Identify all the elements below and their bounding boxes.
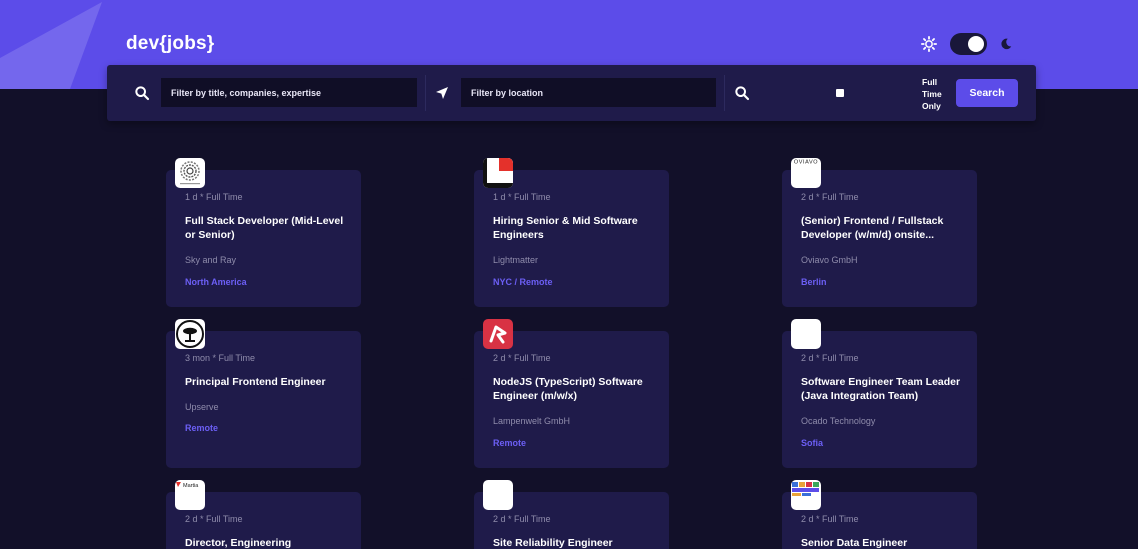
filter-divider bbox=[724, 75, 725, 111]
location-filter-input[interactable] bbox=[461, 78, 716, 107]
theme-controls bbox=[920, 32, 1020, 56]
spiral-logo bbox=[175, 158, 205, 188]
theme-toggle[interactable] bbox=[950, 33, 987, 55]
job-meta: 2 d * Full Time bbox=[493, 514, 551, 524]
oviavo-logo: OVIAVO bbox=[791, 158, 821, 188]
job-title[interactable]: Software Engineer Team Leader (Java Inte… bbox=[801, 375, 971, 403]
job-meta: 2 d * Full Time bbox=[185, 514, 243, 524]
job-company: Sky and Ray bbox=[185, 255, 237, 265]
job-card[interactable]: 2 d * Full Time NodeJS (TypeScript) Soft… bbox=[474, 331, 669, 468]
full-time-label-line: Only bbox=[922, 101, 941, 111]
moon-icon bbox=[1001, 38, 1012, 50]
job-company: Oviavo GmbH bbox=[801, 255, 858, 265]
job-title[interactable]: Principal Frontend Engineer bbox=[185, 375, 355, 389]
red-square-logo bbox=[483, 158, 513, 188]
full-time-label-line: Time bbox=[922, 89, 942, 99]
job-company: Lampenwelt GmbH bbox=[493, 416, 571, 426]
job-card[interactable]: 2 d * Full Time (Senior) Frontend / Full… bbox=[782, 170, 977, 307]
job-location: Sofia bbox=[801, 438, 824, 448]
full-time-label-line: Full bbox=[922, 77, 938, 87]
job-title[interactable]: Site Reliability Engineer bbox=[493, 536, 663, 549]
upserve-logo bbox=[175, 319, 205, 349]
job-meta: 1 d * Full Time bbox=[185, 192, 243, 202]
search-icon bbox=[735, 86, 750, 101]
blank-logo bbox=[791, 319, 821, 349]
location-arrow-icon bbox=[436, 87, 448, 99]
filter-bar: Full Time Only Search bbox=[107, 65, 1036, 121]
martian-logo: Martia bbox=[175, 480, 205, 510]
app-logo[interactable]: dev{jobs} bbox=[126, 33, 214, 55]
job-location: NYC / Remote bbox=[493, 277, 553, 287]
lampenwelt-logo bbox=[483, 319, 513, 349]
sun-icon bbox=[920, 35, 938, 53]
job-title[interactable]: NodeJS (TypeScript) Software Engineer (m… bbox=[493, 375, 663, 403]
job-card[interactable]: 1 d * Full Time Hiring Senior & Mid Soft… bbox=[474, 170, 669, 307]
job-meta: 3 mon * Full Time bbox=[185, 353, 256, 363]
job-title[interactable]: Full Stack Developer (Mid-Level or Senio… bbox=[185, 214, 355, 242]
job-company: Lightmatter bbox=[493, 255, 539, 265]
toggle-knob bbox=[968, 36, 984, 52]
job-card[interactable]: 3 mon * Full Time Principal Frontend Eng… bbox=[166, 331, 361, 468]
martian-logo-text: Martia bbox=[183, 483, 199, 489]
search-button[interactable]: Search bbox=[956, 79, 1018, 107]
job-location: Remote bbox=[185, 423, 219, 433]
job-meta: 2 d * Full Time bbox=[493, 353, 551, 363]
job-title[interactable]: Director, Engineering bbox=[185, 536, 355, 549]
filter-divider bbox=[425, 75, 426, 111]
job-company: Ocado Technology bbox=[801, 416, 876, 426]
job-location: Remote bbox=[493, 438, 527, 448]
job-title[interactable]: (Senior) Frontend / Fullstack Developer … bbox=[801, 214, 971, 242]
search-icon bbox=[135, 86, 150, 101]
full-time-label: Full Time Only bbox=[922, 76, 956, 112]
job-company: Upserve bbox=[185, 402, 219, 412]
job-card[interactable]: 2 d * Full Time Software Engineer Team L… bbox=[782, 331, 977, 468]
oviavo-logo-text: OVIAVO bbox=[794, 160, 818, 166]
job-title[interactable]: Hiring Senior & Mid Software Engineers bbox=[493, 214, 663, 242]
job-meta: 2 d * Full Time bbox=[801, 514, 859, 524]
job-location: Berlin bbox=[801, 277, 827, 287]
title-filter-input[interactable] bbox=[161, 78, 417, 107]
job-title[interactable]: Senior Data Engineer bbox=[801, 536, 971, 549]
colorful-logo bbox=[791, 480, 821, 510]
job-location: North America bbox=[185, 277, 247, 287]
job-card[interactable]: 1 d * Full Time Full Stack Developer (Mi… bbox=[166, 170, 361, 307]
full-time-checkbox[interactable] bbox=[836, 89, 844, 97]
job-meta: 1 d * Full Time bbox=[493, 192, 551, 202]
blank-logo bbox=[483, 480, 513, 510]
job-meta: 2 d * Full Time bbox=[801, 353, 859, 363]
job-meta: 2 d * Full Time bbox=[801, 192, 859, 202]
